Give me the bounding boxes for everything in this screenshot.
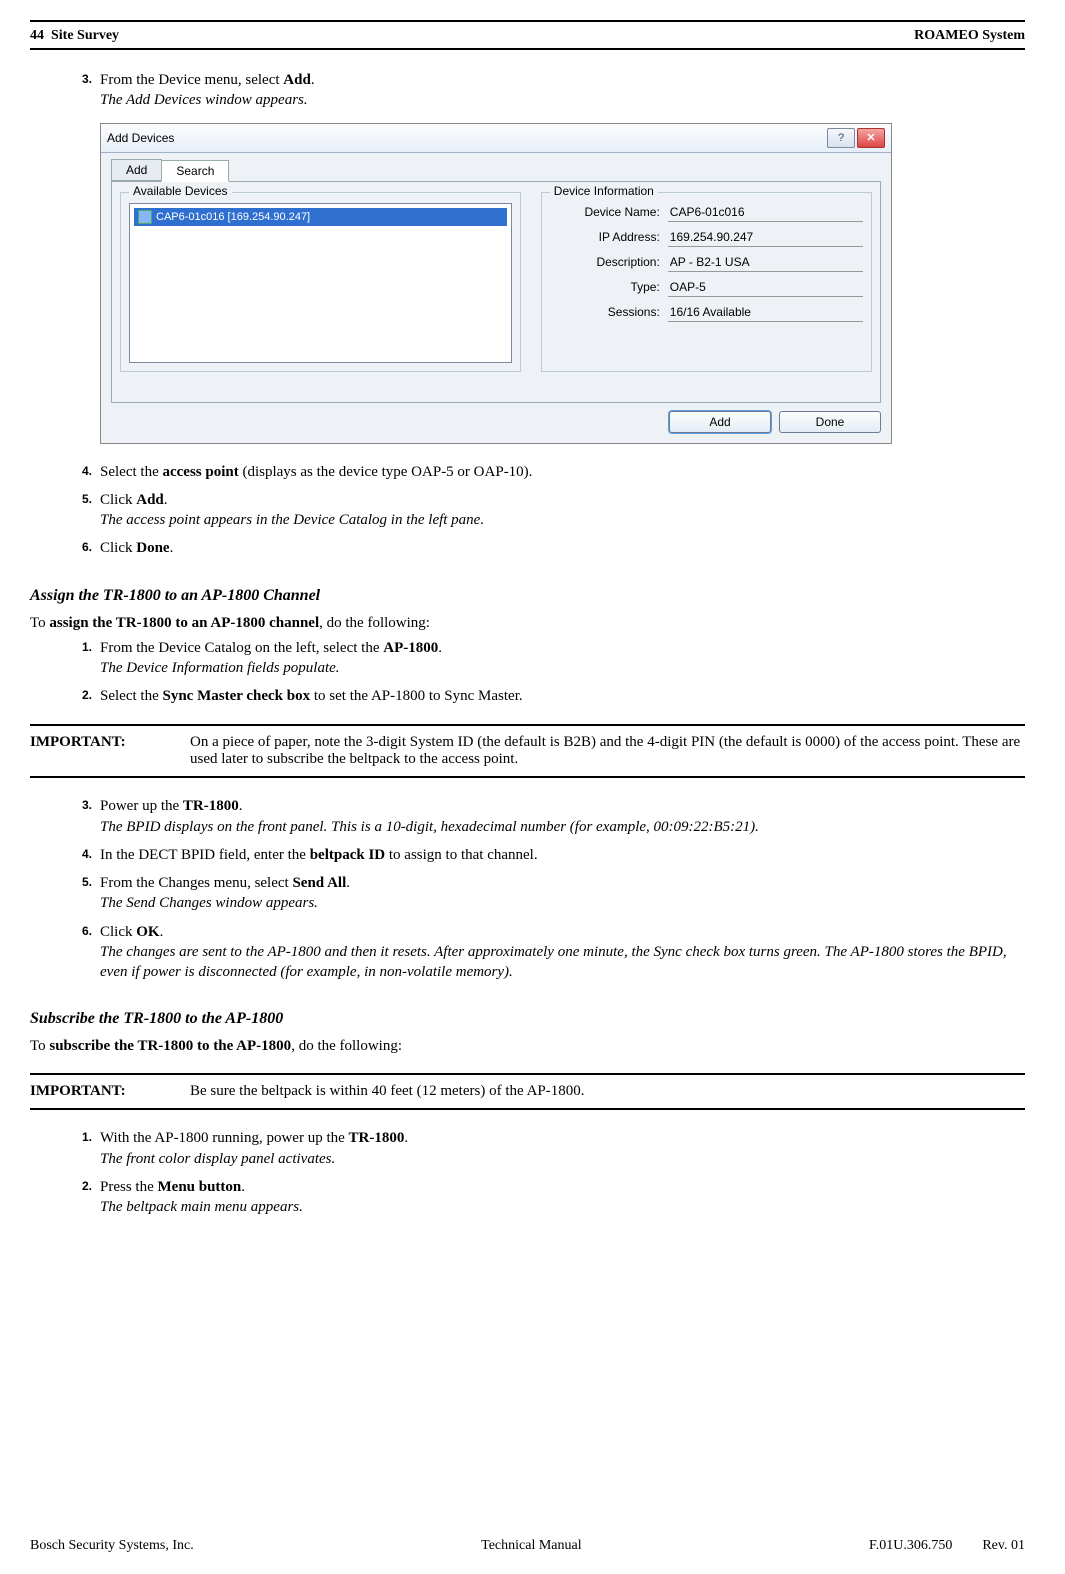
step-num: 6. xyxy=(62,539,92,555)
ip-field[interactable] xyxy=(668,228,863,247)
available-devices-group: Available Devices CAP6-01c016 [169.254.9… xyxy=(120,192,521,372)
chapter-title: Site Survey xyxy=(51,28,119,43)
ip-label: IP Address: xyxy=(550,230,660,244)
step-num: 4. xyxy=(62,463,92,479)
sess-field[interactable] xyxy=(668,303,863,322)
important-label: IMPORTANT: xyxy=(30,1083,190,1100)
help-button[interactable]: ? xyxy=(827,128,855,148)
close-button[interactable]: ✕ xyxy=(857,128,885,148)
section-c-title: Subscribe the TR-1800 to the AP-1800 xyxy=(30,1010,1025,1028)
section-b-title: Assign the TR-1800 to an AP-1800 Channel xyxy=(30,587,1025,605)
name-label: Device Name: xyxy=(550,205,660,219)
step-result: The Add Devices window appears. xyxy=(100,92,308,108)
step-text: From the Device menu, select Add. xyxy=(100,72,315,88)
important-2: IMPORTANT:Be sure the beltpack is within… xyxy=(30,1073,1025,1110)
done-button[interactable]: Done xyxy=(779,411,881,433)
available-listbox[interactable]: CAP6-01c016 [169.254.90.247] xyxy=(129,203,512,363)
type-field[interactable] xyxy=(668,278,863,297)
footer-left: Bosch Security Systems, Inc. xyxy=(30,1538,194,1554)
b-step-1: 1.From the Device Catalog on the left, s… xyxy=(100,638,1025,679)
step-text: Click Add. xyxy=(100,492,168,508)
step-text: Select the access point (displays as the… xyxy=(100,464,532,480)
desc-label: Description: xyxy=(550,255,660,269)
add-button[interactable]: Add xyxy=(669,411,771,433)
device-info-group: Device Information Device Name: IP Addre… xyxy=(541,192,872,372)
c-step-2: 2.Press the Menu button.The beltpack mai… xyxy=(100,1177,1025,1218)
step-6: 6. Click Done. xyxy=(100,538,1025,558)
close-icon: ✕ xyxy=(866,131,875,144)
dialog-title: Add Devices xyxy=(107,131,825,145)
b-step-6: 6.Click OK.The changes are sent to the A… xyxy=(100,922,1025,983)
footer-rev: Rev. 01 xyxy=(982,1538,1025,1554)
titlebar[interactable]: Add Devices ? ✕ xyxy=(101,124,891,153)
type-label: Type: xyxy=(550,280,660,294)
help-icon: ? xyxy=(838,132,844,144)
important-text: On a piece of paper, note the 3-digit Sy… xyxy=(190,734,1025,768)
header-right: ROAMEO System xyxy=(914,28,1025,44)
important-text: Be sure the beltpack is within 40 feet (… xyxy=(190,1083,1025,1100)
b-step-3: 3.Power up the TR-1800.The BPID displays… xyxy=(100,796,1025,837)
step-4: 4. Select the access point (displays as … xyxy=(100,462,1025,482)
info-legend: Device Information xyxy=(550,184,658,198)
available-legend: Available Devices xyxy=(129,184,232,198)
name-field[interactable] xyxy=(668,203,863,222)
add-devices-dialog: Add Devices ? ✕ Add Search Available Dev… xyxy=(100,123,892,444)
section-b-intro: To assign the TR-1800 to an AP-1800 chan… xyxy=(30,615,1025,632)
list-item-label: CAP6-01c016 [169.254.90.247] xyxy=(156,211,310,223)
desc-field[interactable] xyxy=(668,253,863,272)
b-step-4: 4.In the DECT BPID field, enter the belt… xyxy=(100,845,1025,865)
sess-label: Sessions: xyxy=(550,305,660,319)
section-c-intro: To subscribe the TR-1800 to the AP-1800,… xyxy=(30,1038,1025,1055)
b-step-2: 2.Select the Sync Master check box to se… xyxy=(100,686,1025,706)
page-number: 44 xyxy=(30,28,44,43)
tab-search[interactable]: Search xyxy=(161,160,229,182)
c-step-1: 1.With the AP-1800 running, power up the… xyxy=(100,1128,1025,1169)
tab-add[interactable]: Add xyxy=(111,159,162,181)
important-1: IMPORTANT:On a piece of paper, note the … xyxy=(30,724,1025,778)
step-num: 5. xyxy=(62,491,92,507)
step-num: 3. xyxy=(62,71,92,87)
b-step-5: 5.From the Changes menu, select Send All… xyxy=(100,873,1025,914)
step-5: 5. Click Add. The access point appears i… xyxy=(100,490,1025,531)
header-left: 44 Site Survey xyxy=(30,28,119,44)
list-item[interactable]: CAP6-01c016 [169.254.90.247] xyxy=(134,208,507,226)
step-3: 3. From the Device menu, select Add. The… xyxy=(100,70,1025,111)
footer-doc: F.01U.306.750 xyxy=(869,1538,952,1554)
footer-center: Technical Manual xyxy=(481,1538,581,1554)
step-text: Click Done. xyxy=(100,540,173,556)
step-result: The access point appears in the Device C… xyxy=(100,512,484,528)
device-icon xyxy=(138,210,152,224)
important-label: IMPORTANT: xyxy=(30,734,190,768)
